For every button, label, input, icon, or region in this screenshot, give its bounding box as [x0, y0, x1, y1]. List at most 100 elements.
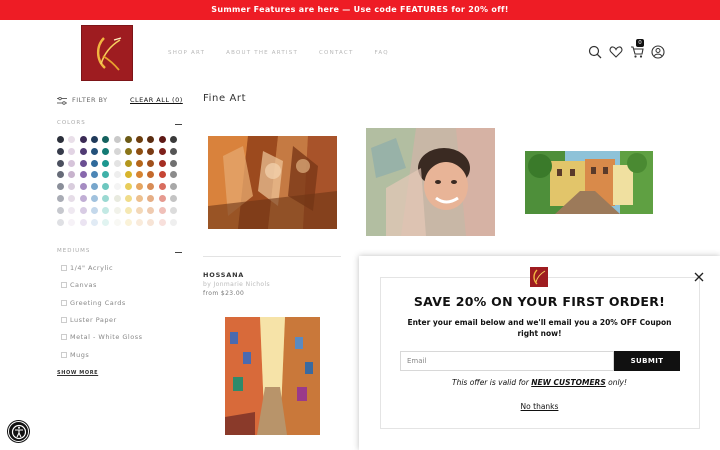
- color-swatch[interactable]: [147, 159, 155, 167]
- color-swatch[interactable]: [113, 147, 121, 155]
- color-swatch[interactable]: [147, 183, 155, 191]
- nav-faq[interactable]: FAQ: [375, 50, 389, 56]
- no-thanks-link[interactable]: No thanks: [359, 402, 720, 411]
- medium-option[interactable]: Luster Paper: [61, 316, 117, 324]
- accessibility-button[interactable]: [8, 421, 29, 442]
- color-swatch[interactable]: [124, 159, 132, 167]
- color-swatch[interactable]: [79, 206, 87, 214]
- color-swatch[interactable]: [68, 171, 76, 179]
- color-swatch[interactable]: [113, 195, 121, 202]
- submit-button[interactable]: SUBMIT: [614, 351, 680, 371]
- nav-contact[interactable]: CONTACT: [319, 50, 353, 56]
- color-swatch[interactable]: [79, 136, 87, 143]
- color-swatch[interactable]: [113, 218, 121, 226]
- color-swatch[interactable]: [158, 171, 166, 179]
- color-swatch[interactable]: [147, 136, 155, 143]
- medium-option[interactable]: 1/4" Acrylic: [61, 264, 113, 272]
- nav-about-artist[interactable]: ABOUT THE ARTIST: [226, 50, 298, 56]
- color-swatch[interactable]: [79, 195, 87, 202]
- color-swatch[interactable]: [68, 136, 76, 143]
- color-swatch[interactable]: [136, 147, 144, 155]
- color-swatch[interactable]: [147, 195, 155, 202]
- color-swatch[interactable]: [158, 147, 166, 155]
- color-swatch[interactable]: [124, 195, 132, 202]
- medium-option[interactable]: Mugs: [61, 351, 89, 359]
- product-image-street[interactable]: [525, 151, 653, 214]
- email-field[interactable]: Email: [400, 351, 614, 371]
- color-swatch[interactable]: [124, 206, 132, 214]
- color-swatch[interactable]: [68, 218, 76, 226]
- color-swatch[interactable]: [170, 195, 177, 202]
- site-logo[interactable]: [81, 25, 133, 81]
- color-swatch[interactable]: [113, 136, 121, 143]
- product-name[interactable]: HOSSANA: [203, 271, 244, 279]
- medium-option[interactable]: Greeting Cards: [61, 299, 126, 307]
- color-swatch[interactable]: [124, 183, 132, 191]
- color-swatch[interactable]: [170, 147, 177, 155]
- color-swatch[interactable]: [90, 218, 98, 226]
- product-image-hossana[interactable]: [208, 136, 337, 229]
- color-swatch[interactable]: [170, 206, 177, 214]
- color-swatch[interactable]: [102, 195, 110, 202]
- heart-icon[interactable]: [609, 44, 623, 58]
- color-swatch[interactable]: [136, 171, 144, 179]
- color-swatch[interactable]: [90, 136, 98, 143]
- nav-shop-art[interactable]: SHOP ART: [168, 50, 205, 56]
- color-swatch[interactable]: [113, 206, 121, 214]
- color-swatch[interactable]: [158, 183, 166, 191]
- mediums-section-title[interactable]: MEDIUMS: [57, 248, 90, 254]
- checkbox[interactable]: [61, 300, 67, 306]
- color-swatch[interactable]: [68, 183, 76, 191]
- color-swatch[interactable]: [170, 218, 177, 226]
- color-swatch[interactable]: [147, 171, 155, 179]
- clear-all-link[interactable]: CLEAR ALL (0): [130, 96, 183, 104]
- color-swatch[interactable]: [158, 159, 166, 167]
- color-swatch[interactable]: [158, 218, 166, 226]
- color-swatch[interactable]: [136, 206, 144, 214]
- user-icon[interactable]: [651, 44, 665, 59]
- color-swatch[interactable]: [90, 159, 98, 167]
- color-swatch[interactable]: [158, 136, 166, 143]
- color-swatch[interactable]: [90, 206, 98, 214]
- product-artist[interactable]: by Jonmarie Nichols: [203, 281, 270, 288]
- color-swatch[interactable]: [79, 159, 87, 167]
- color-swatch[interactable]: [147, 147, 155, 155]
- color-swatch[interactable]: [102, 206, 110, 214]
- color-swatch[interactable]: [158, 206, 166, 214]
- checkbox[interactable]: [61, 317, 67, 323]
- cart-icon[interactable]: 0: [630, 39, 644, 58]
- color-swatch[interactable]: [170, 159, 177, 167]
- search-icon[interactable]: [588, 44, 602, 59]
- color-swatch[interactable]: [136, 183, 144, 191]
- medium-option[interactable]: Metal - White Gloss: [61, 333, 142, 341]
- color-swatch[interactable]: [113, 183, 121, 191]
- color-swatch[interactable]: [57, 171, 64, 179]
- color-swatch[interactable]: [124, 171, 132, 179]
- color-swatch[interactable]: [68, 147, 76, 155]
- color-swatch[interactable]: [124, 136, 132, 143]
- checkbox[interactable]: [61, 282, 67, 288]
- color-swatch[interactable]: [57, 136, 64, 143]
- color-swatch[interactable]: [57, 147, 64, 155]
- checkbox[interactable]: [61, 352, 67, 358]
- color-swatch[interactable]: [79, 147, 87, 155]
- color-swatch[interactable]: [136, 136, 144, 143]
- color-swatch[interactable]: [79, 171, 87, 179]
- color-swatch[interactable]: [170, 171, 177, 179]
- color-swatch[interactable]: [57, 218, 64, 226]
- color-swatch[interactable]: [113, 159, 121, 167]
- color-swatch[interactable]: [90, 147, 98, 155]
- color-swatch[interactable]: [102, 136, 110, 143]
- color-swatch[interactable]: [57, 195, 64, 202]
- color-swatch[interactable]: [124, 218, 132, 226]
- color-swatch[interactable]: [158, 195, 166, 202]
- color-swatch[interactable]: [102, 147, 110, 155]
- close-icon[interactable]: [693, 268, 705, 282]
- product-image-alley[interactable]: [225, 317, 320, 435]
- color-swatch[interactable]: [90, 171, 98, 179]
- colors-section-title[interactable]: COLORS: [57, 120, 86, 126]
- colors-collapse-icon[interactable]: [175, 124, 182, 126]
- color-swatch[interactable]: [170, 183, 177, 191]
- color-swatch[interactable]: [147, 218, 155, 226]
- color-swatch[interactable]: [113, 171, 121, 179]
